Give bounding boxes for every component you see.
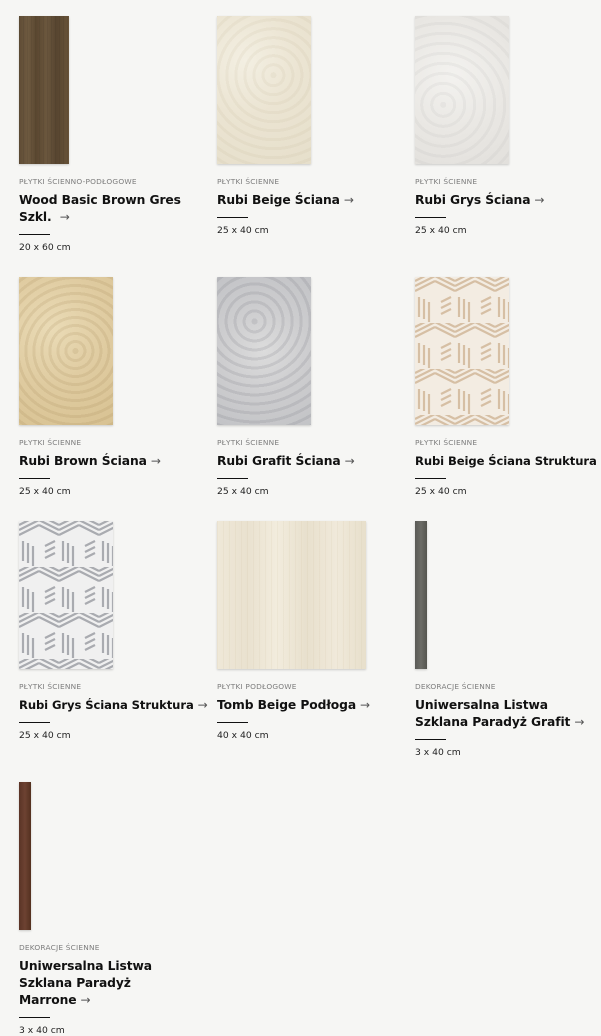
arrow-right-icon: → (360, 698, 370, 712)
product-thumbnail[interactable] (415, 521, 600, 669)
product-category: DEKORACJE ŚCIENNE (19, 943, 204, 952)
arrow-right-icon: → (574, 715, 584, 729)
product-size: 3 x 40 cm (415, 747, 600, 758)
product-card[interactable]: PŁYTKI ŚCIENNE Rubi Beige Ściana → 25 x 4… (217, 16, 402, 236)
product-title-link[interactable]: Rubi Grafit Ściana → (217, 453, 402, 470)
tile-image (415, 16, 509, 164)
product-title-link[interactable]: Rubi Beige Ściana → (217, 192, 402, 209)
product-size: 25 x 40 cm (217, 486, 402, 497)
product-title-link[interactable]: Rubi Beige Ściana Struktura→ (415, 453, 601, 470)
product-card[interactable]: PŁYTKI ŚCIENNE Rubi Brown Ściana → 25 x 4… (19, 277, 204, 497)
tile-image (19, 782, 31, 930)
product-card[interactable]: PŁYTKI PODŁOGOWE Tomb Beige Podłoga → 40 … (217, 521, 402, 741)
product-title: Rubi Grafit Ściana (217, 454, 341, 468)
product-category: PŁYTKI ŚCIENNE (415, 177, 600, 186)
arrow-right-icon: → (534, 193, 544, 207)
product-category: PŁYTKI ŚCIENNE (415, 438, 601, 447)
product-size: 25 x 40 cm (19, 486, 204, 497)
product-title: Rubi Beige Ściana (217, 193, 340, 207)
product-category: DEKORACJE ŚCIENNE (415, 682, 600, 691)
arrow-right-icon: → (151, 454, 161, 468)
product-size: 25 x 40 cm (415, 486, 601, 497)
arrow-right-icon: → (198, 698, 208, 712)
product-title: Rubi Grys Ściana (415, 193, 530, 207)
arrow-right-icon: → (344, 193, 354, 207)
product-title: Uniwersalna Listwa Szklana Paradyż Grafi… (415, 698, 570, 729)
product-title: Tomb Beige Podłoga (217, 698, 356, 712)
tile-image (19, 521, 113, 669)
divider (217, 478, 248, 479)
divider (415, 478, 446, 479)
product-size: 25 x 40 cm (19, 730, 204, 741)
product-title-link[interactable]: Tomb Beige Podłoga → (217, 697, 402, 714)
divider (19, 722, 50, 723)
product-title-link[interactable]: Uniwersalna Listwa Szklana Paradyż Grafi… (415, 697, 595, 731)
product-title: Wood Basic Brown Gres Szkl. (19, 193, 181, 224)
product-category: PŁYTKI ŚCIENNE (217, 438, 402, 447)
divider (217, 722, 248, 723)
product-card[interactable]: DEKORACJE ŚCIENNE Uniwersalna Listwa Szk… (415, 521, 600, 758)
product-thumbnail[interactable] (217, 521, 402, 669)
divider (217, 217, 248, 218)
product-card[interactable]: DEKORACJE ŚCIENNE Uniwersalna Listwa Szk… (19, 782, 204, 1036)
arrow-right-icon: → (345, 454, 355, 468)
tile-image (415, 521, 427, 669)
product-card[interactable]: PŁYTKI ŚCIENNE Rubi Grys Ściana Struktur… (19, 521, 204, 741)
tile-image (217, 277, 311, 425)
divider (415, 739, 446, 740)
product-size: 3 x 40 cm (19, 1025, 204, 1036)
product-category: PŁYTKI ŚCIENNE (19, 682, 204, 691)
product-thumbnail[interactable] (19, 782, 204, 930)
product-card[interactable]: PŁYTKI ŚCIENNE Rubi Grafit Ściana → 25 x … (217, 277, 402, 497)
product-card[interactable]: PŁYTKI ŚCIENNE Rubi Beige Ściana Struktu… (415, 277, 601, 497)
product-title-link[interactable]: Rubi Grys Ściana Struktura→ (19, 697, 204, 714)
product-title-link[interactable]: Rubi Grys Ściana → (415, 192, 600, 209)
product-thumbnail[interactable] (415, 16, 600, 164)
product-title-link[interactable]: Wood Basic Brown Gres Szkl. → (19, 192, 199, 226)
product-size: 25 x 40 cm (415, 225, 600, 236)
divider (19, 1017, 50, 1018)
product-thumbnail[interactable] (217, 277, 402, 425)
product-size: 25 x 40 cm (217, 225, 402, 236)
divider (415, 217, 446, 218)
product-title-link[interactable]: Uniwersalna Listwa Szklana Paradyż Marro… (19, 958, 194, 1009)
tile-image (19, 16, 69, 164)
product-title: Rubi Brown Ściana (19, 454, 147, 468)
product-title: Rubi Grys Ściana Struktura (19, 698, 194, 712)
product-thumbnail[interactable] (217, 16, 402, 164)
tile-image (217, 521, 366, 669)
product-thumbnail[interactable] (19, 277, 204, 425)
product-thumbnail[interactable] (19, 16, 204, 164)
tile-image (217, 16, 311, 164)
divider (19, 234, 50, 235)
product-category: PŁYTKI PODŁOGOWE (217, 682, 402, 691)
product-size: 40 x 40 cm (217, 730, 402, 741)
product-category: PŁYTKI ŚCIENNE (217, 177, 402, 186)
product-category: PŁYTKI ŚCIENNE (19, 438, 204, 447)
product-card[interactable]: PŁYTKI ŚCIENNE Rubi Grys Ściana → 25 x 40… (415, 16, 600, 236)
product-title: Rubi Beige Ściana Struktura (415, 454, 597, 468)
arrow-right-icon: → (60, 210, 70, 224)
divider (19, 478, 50, 479)
arrow-right-icon: → (81, 993, 91, 1007)
product-card[interactable]: PŁYTKI ŚCIENNO-PODŁOGOWE Wood Basic Brow… (19, 16, 204, 253)
tile-image (19, 277, 113, 425)
product-thumbnail[interactable] (19, 521, 204, 669)
tile-image (415, 277, 509, 425)
product-category: PŁYTKI ŚCIENNO-PODŁOGOWE (19, 177, 204, 186)
product-title-link[interactable]: Rubi Brown Ściana → (19, 453, 204, 470)
product-thumbnail[interactable] (415, 277, 601, 425)
product-size: 20 x 60 cm (19, 242, 204, 253)
